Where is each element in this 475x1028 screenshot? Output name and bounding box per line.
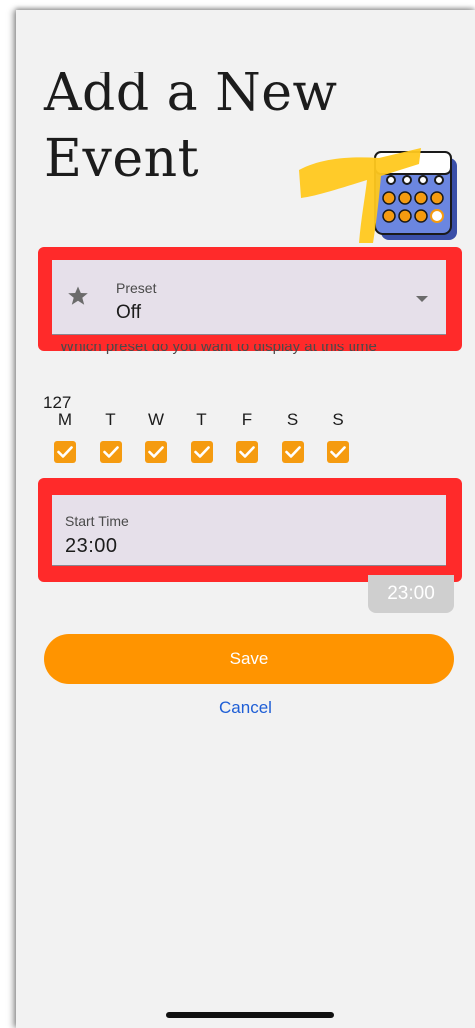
checkmark-icon bbox=[102, 446, 119, 458]
save-button[interactable]: Save bbox=[44, 634, 454, 684]
weekday-checkbox[interactable] bbox=[327, 441, 349, 463]
weekday-checkbox[interactable] bbox=[145, 441, 167, 463]
weekday-label: T bbox=[105, 410, 116, 429]
dropdown-caret-icon[interactable] bbox=[416, 296, 428, 302]
checkmark-icon bbox=[148, 446, 164, 458]
weekday-label: F bbox=[241, 410, 253, 429]
checkmark-icon bbox=[284, 446, 301, 458]
weekday-label: T bbox=[196, 410, 207, 429]
time-picker-chip[interactable]: 23:00 bbox=[368, 575, 454, 613]
preset-dropdown[interactable]: Preset Off bbox=[52, 260, 446, 335]
home-indicator bbox=[166, 1012, 334, 1018]
start-time-label: Start Time bbox=[65, 513, 129, 529]
weekday-checkbox[interactable] bbox=[190, 441, 213, 463]
weekday-label: S bbox=[286, 410, 299, 429]
checkmark-icon bbox=[239, 446, 255, 458]
cancel-link[interactable]: Cancel bbox=[16, 698, 475, 718]
checkmark-icon bbox=[330, 446, 346, 458]
weekday-label: W bbox=[147, 410, 165, 429]
checkmark-icon bbox=[193, 446, 210, 458]
preset-label: Preset bbox=[116, 280, 157, 296]
weekday-label: S bbox=[332, 410, 344, 429]
weekday-checkbox[interactable] bbox=[54, 441, 76, 463]
weekday-checkbox[interactable] bbox=[99, 441, 122, 463]
weekday-checkbox[interactable] bbox=[281, 441, 304, 463]
page-title-line-1: Add a New bbox=[44, 72, 338, 123]
checkmark-icon bbox=[57, 446, 73, 458]
preset-value: Off bbox=[116, 302, 141, 323]
calendar-add-illustration-icon bbox=[299, 148, 457, 243]
page-title-line-2: Event bbox=[44, 129, 199, 189]
weekday-label: M bbox=[57, 410, 73, 429]
start-time-field[interactable]: Start Time 23:00 bbox=[52, 495, 446, 566]
app-screen: Add a New Event Preset Off Which preset … bbox=[16, 10, 475, 1028]
preset-helper-text: Which preset do you want to display at t… bbox=[60, 344, 377, 355]
start-time-value: 23:00 bbox=[65, 535, 118, 557]
star-icon bbox=[68, 286, 88, 305]
weekday-checkbox[interactable] bbox=[236, 441, 258, 463]
